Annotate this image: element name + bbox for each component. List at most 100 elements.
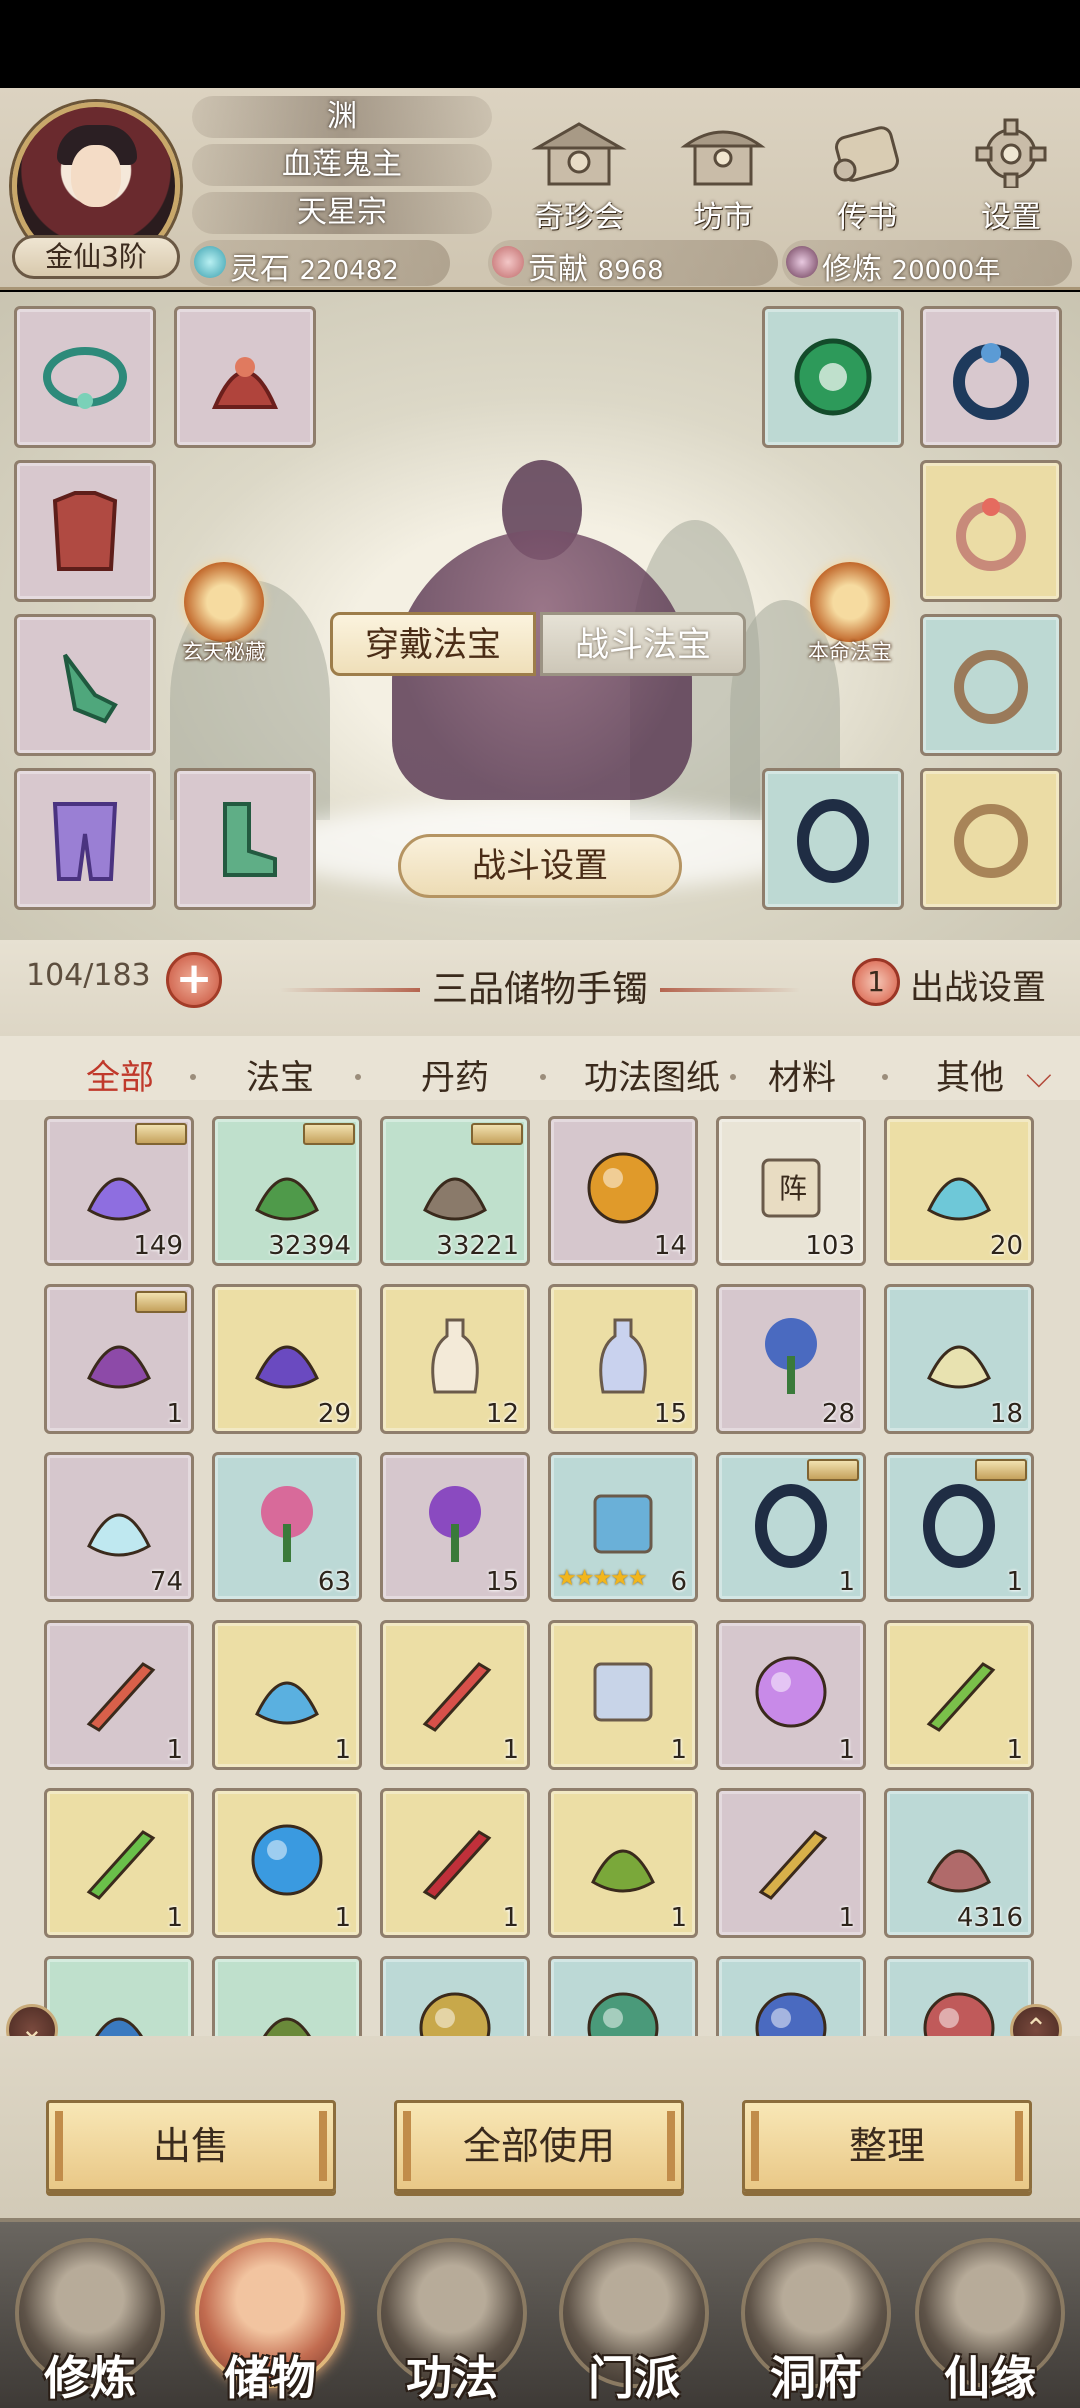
blue-vase-icon xyxy=(599,1318,647,1394)
item-slot[interactable]: 149 xyxy=(44,1116,194,1266)
spirit-stone-icon xyxy=(194,246,226,278)
item-slot[interactable]: 12 xyxy=(380,1284,530,1434)
item-slot[interactable]: 1 xyxy=(380,1788,530,1938)
red-armor-icon xyxy=(52,491,118,571)
item-slot[interactable] xyxy=(716,1956,866,2036)
item-slot[interactable]: ★★★★★ 6 xyxy=(548,1452,698,1602)
item-quantity: 1 xyxy=(166,1399,183,1429)
item-slot[interactable]: 63 xyxy=(212,1452,362,1602)
sell-button[interactable]: 出售 xyxy=(46,2100,336,2192)
item-slot[interactable]: 1 xyxy=(716,1620,866,1770)
item-slot[interactable]: 1 xyxy=(44,1788,194,1938)
item-slot[interactable]: 1 xyxy=(548,1620,698,1770)
nav-immortal-fate[interactable]: 仙缘 xyxy=(910,2238,1070,2408)
tab-battle-treasures[interactable]: 战斗法宝 xyxy=(540,612,746,676)
equip-slot-armor[interactable] xyxy=(14,460,156,602)
item-slot[interactable]: 1 xyxy=(548,1788,698,1938)
equip-slot-boots[interactable] xyxy=(174,768,316,910)
item-slot[interactable] xyxy=(212,1956,362,2036)
nav-treasure-auction[interactable]: 奇珍会 xyxy=(524,118,634,235)
nav-cultivate[interactable]: 修炼 xyxy=(10,2238,170,2408)
item-slot[interactable]: 1 xyxy=(716,1452,866,1602)
item-slot[interactable]: 4316 xyxy=(884,1788,1034,1938)
item-slot[interactable]: 14 xyxy=(548,1116,698,1266)
item-quantity: 4316 xyxy=(956,1903,1023,1933)
item-quantity: 1 xyxy=(166,1903,183,1933)
equip-slot-ring-2[interactable] xyxy=(920,306,1062,448)
lightning-scroll-icon xyxy=(593,1662,653,1722)
tab-other[interactable]: 其他 xyxy=(920,1048,1020,1108)
purple-coral-icon xyxy=(255,1345,319,1389)
item-slot[interactable]: 1 xyxy=(44,1620,194,1770)
market-icon xyxy=(675,118,771,188)
tab-technique-blueprints[interactable]: 功法图纸 xyxy=(552,1048,752,1108)
tab-treasures[interactable]: 法宝 xyxy=(230,1048,330,1108)
item-slot[interactable]: 20 xyxy=(884,1116,1034,1266)
xuantian-treasury-button[interactable]: 玄天秘藏 xyxy=(154,562,294,666)
equip-slot-ring-4[interactable] xyxy=(920,614,1062,756)
equip-slot-necklace[interactable] xyxy=(14,306,156,448)
green-dagger-icon xyxy=(86,1830,156,1901)
red-mound-icon xyxy=(927,1849,991,1893)
battle-settings-button[interactable]: 战斗设置 xyxy=(398,834,682,898)
use-all-button[interactable]: 全部使用 xyxy=(394,2100,684,2192)
item-quantity: 1 xyxy=(838,1567,855,1597)
nav-cave-residence-label: 洞府 xyxy=(770,2351,862,2405)
item-slot[interactable]: 28 xyxy=(716,1284,866,1434)
item-slot[interactable]: 1 xyxy=(884,1620,1034,1770)
equip-slot-pants[interactable] xyxy=(14,768,156,910)
item-slot[interactable]: 32394 xyxy=(212,1116,362,1266)
green-umbrella-icon xyxy=(591,1849,655,1893)
nav-market[interactable]: 坊市 xyxy=(668,118,778,235)
nav-storage[interactable]: 储物 xyxy=(190,2238,350,2408)
green-boots-icon xyxy=(223,802,277,877)
item-slot[interactable]: 33221 xyxy=(380,1116,530,1266)
equip-slot-ring-5[interactable] xyxy=(762,768,904,910)
tab-materials[interactable]: 材料 xyxy=(752,1048,852,1108)
equip-slot-headwear[interactable] xyxy=(174,306,316,448)
item-slot[interactable]: 29 xyxy=(212,1284,362,1434)
nav-sect[interactable]: 门派 xyxy=(554,2238,714,2408)
equip-slot-gloves[interactable] xyxy=(14,614,156,756)
equip-slot-ring-6[interactable] xyxy=(920,768,1062,910)
tab-pills[interactable]: 丹药 xyxy=(405,1048,505,1108)
bag-actions: 出售 全部使用 整理 xyxy=(0,2036,1080,2218)
equip-slot-ring-1[interactable] xyxy=(762,306,904,448)
item-slot[interactable]: 1 xyxy=(212,1620,362,1770)
item-slot[interactable]: 阵 103 xyxy=(716,1116,866,1266)
chevron-down-icon[interactable]: ⌵ xyxy=(1026,1056,1052,1096)
nav-immortal-fate-label: 仙缘 xyxy=(944,2351,1036,2405)
dark-ring-icon xyxy=(923,1484,995,1569)
tab-worn-treasures[interactable]: 穿戴法宝 xyxy=(330,612,536,676)
sort-button[interactable]: 整理 xyxy=(742,2100,1032,2192)
bound-tag-icon xyxy=(303,1123,355,1145)
nav-letter[interactable]: 传书 xyxy=(812,118,922,235)
item-slot[interactable]: 1 xyxy=(380,1620,530,1770)
item-slot[interactable] xyxy=(44,1956,194,2036)
nav-techniques[interactable]: 功法 xyxy=(372,2238,532,2408)
player-sect: 天星宗 xyxy=(192,192,492,234)
item-slot[interactable]: 1 xyxy=(212,1788,362,1938)
item-slot[interactable] xyxy=(548,1956,698,2036)
item-grid[interactable]: 149 32394 33221 14 阵 103 20 1 29 12 15 28 18 74 63 15 ★★… xyxy=(0,1100,1080,2036)
equip-slot-ring-3[interactable] xyxy=(920,460,1062,602)
item-slot[interactable] xyxy=(380,1956,530,2036)
scroll-letter-icon xyxy=(819,118,915,188)
tab-all[interactable]: 全部 xyxy=(50,1048,190,1122)
item-slot[interactable]: 15 xyxy=(548,1284,698,1434)
nav-cave-residence[interactable]: 洞府 xyxy=(736,2238,896,2408)
nav-label: 奇珍会 xyxy=(534,200,624,235)
cultivation-counter: 修炼 20000年 xyxy=(782,240,1072,287)
item-slot[interactable]: 1 xyxy=(44,1284,194,1434)
natal-treasure-button[interactable]: 本命法宝 xyxy=(780,562,920,666)
jade-ruyi-icon xyxy=(255,1681,319,1725)
pink-flower-icon xyxy=(261,1486,313,1563)
item-slot[interactable]: 1 xyxy=(884,1452,1034,1602)
nav-settings[interactable]: 设置 xyxy=(956,118,1066,235)
item-slot[interactable]: 18 xyxy=(884,1284,1034,1434)
item-slot[interactable]: 1 xyxy=(716,1788,866,1938)
golden-sickle-icon xyxy=(758,1830,828,1901)
item-slot[interactable]: 15 xyxy=(380,1452,530,1602)
item-slot[interactable]: 74 xyxy=(44,1452,194,1602)
item-quantity: 74 xyxy=(149,1567,183,1597)
